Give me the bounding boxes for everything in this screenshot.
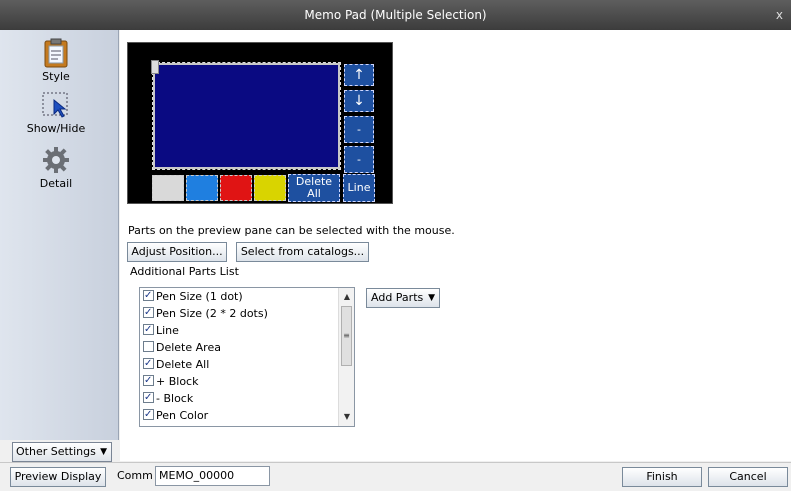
checkbox[interactable] [143, 355, 154, 372]
arrow-up-icon: ↑ [353, 67, 365, 83]
list-item-label: Delete Area [156, 341, 221, 354]
sidebar-item-label: Style [42, 70, 70, 83]
sidebar-item-label: Detail [39, 177, 73, 190]
finish-button[interactable]: Finish [622, 467, 702, 487]
checkbox[interactable] [143, 304, 154, 321]
scroll-down-arrow-icon[interactable]: ▼ [339, 410, 354, 424]
scrollbar-thumb[interactable]: ≡ [341, 306, 352, 366]
delete-all-button[interactable]: Delete All [288, 174, 340, 202]
list-item[interactable]: Delete All [140, 355, 354, 373]
color-button-gray[interactable] [152, 175, 184, 201]
scroll-up-button[interactable]: ↑ [344, 64, 374, 86]
list-scrollbar[interactable]: ▲ ≡ ▼ [338, 288, 354, 426]
other-settings-dropdown[interactable]: Other Settings ▼ [12, 442, 112, 462]
list-item[interactable]: Line [140, 321, 354, 339]
checkbox[interactable] [143, 389, 154, 406]
sidebar-item-label: Show/Hide [26, 122, 86, 135]
chevron-down-icon: ▼ [100, 447, 107, 457]
list-item-label: Line [156, 324, 179, 337]
sidebar-item-style[interactable]: Style [0, 38, 112, 83]
checkbox[interactable] [143, 288, 154, 304]
color-button-yellow[interactable] [254, 175, 286, 201]
minus-block-button[interactable]: - [344, 146, 374, 173]
resize-handle-icon[interactable] [151, 60, 159, 74]
list-item[interactable]: - Block [140, 389, 354, 407]
list-item[interactable]: Delete Area [140, 339, 354, 356]
additional-parts-heading: Additional Parts List [130, 265, 239, 278]
window-titlebar: Memo Pad (Multiple Selection) x [0, 0, 791, 30]
checkbox[interactable] [143, 341, 154, 352]
list-item-label: + Block [156, 375, 199, 388]
list-item[interactable]: + Block [140, 372, 354, 390]
checkbox[interactable] [143, 321, 154, 338]
add-parts-dropdown[interactable]: Add Parts ▼ [366, 288, 440, 308]
close-icon[interactable]: x [776, 0, 783, 30]
list-item[interactable]: Pen Color [140, 406, 354, 424]
list-item[interactable]: Pen Size (2 * 2 dots) [140, 304, 354, 322]
comm-label: Comm [117, 469, 153, 482]
select-from-catalogs-button[interactable]: Select from catalogs... [236, 242, 369, 262]
plus-block-label: - [357, 123, 361, 136]
gear-icon [43, 147, 69, 173]
arrow-down-icon: ↓ [353, 93, 365, 109]
list-item-label: Pen Color [156, 409, 209, 422]
additional-parts-list[interactable]: Pen Size (1 dot) Pen Size (2 * 2 dots) Lin… [139, 287, 355, 427]
list-item-label: Pen Size (2 * 2 dots) [156, 307, 268, 320]
scroll-up-arrow-icon[interactable]: ▲ [339, 290, 354, 304]
checkbox[interactable] [143, 406, 154, 423]
sidebar-item-show-hide[interactable]: Show/Hide [0, 90, 112, 135]
list-item[interactable]: Pen Size (1 dot) [140, 288, 354, 305]
comm-input[interactable]: MEMO_00000 [155, 466, 270, 486]
sidebar: Style Show/Hide Detail [0, 30, 119, 440]
memo-canvas[interactable] [152, 62, 341, 170]
cancel-button[interactable]: Cancel [708, 467, 788, 487]
preview-display-button[interactable]: Preview Display [10, 467, 106, 487]
adjust-position-button[interactable]: Adjust Position... [127, 242, 227, 262]
list-item-label: Delete All [156, 358, 210, 371]
sidebar-item-detail[interactable]: Detail [0, 145, 112, 190]
window-title: Memo Pad (Multiple Selection) [304, 8, 487, 22]
list-item-label: Pen Size (1 dot) [156, 290, 243, 303]
minus-block-label: - [357, 153, 361, 166]
color-button-blue[interactable] [186, 175, 218, 201]
clipboard-style-icon [44, 38, 68, 68]
line-button[interactable]: Line [343, 174, 375, 202]
scroll-down-button[interactable]: ↓ [344, 90, 374, 112]
other-settings-label: Other Settings [16, 445, 96, 458]
list-item-label: - Block [156, 392, 194, 405]
plus-block-button[interactable]: - [344, 116, 374, 143]
delete-all-label: Delete All [295, 175, 333, 200]
line-label: Line [347, 181, 371, 194]
color-button-red[interactable] [220, 175, 252, 201]
add-parts-label: Add Parts [371, 291, 424, 304]
checkbox[interactable] [143, 372, 154, 389]
preview-hint-text: Parts on the preview pane can be selecte… [128, 224, 455, 237]
chevron-down-icon: ▼ [428, 293, 435, 303]
dotted-cursor-icon [42, 92, 68, 118]
